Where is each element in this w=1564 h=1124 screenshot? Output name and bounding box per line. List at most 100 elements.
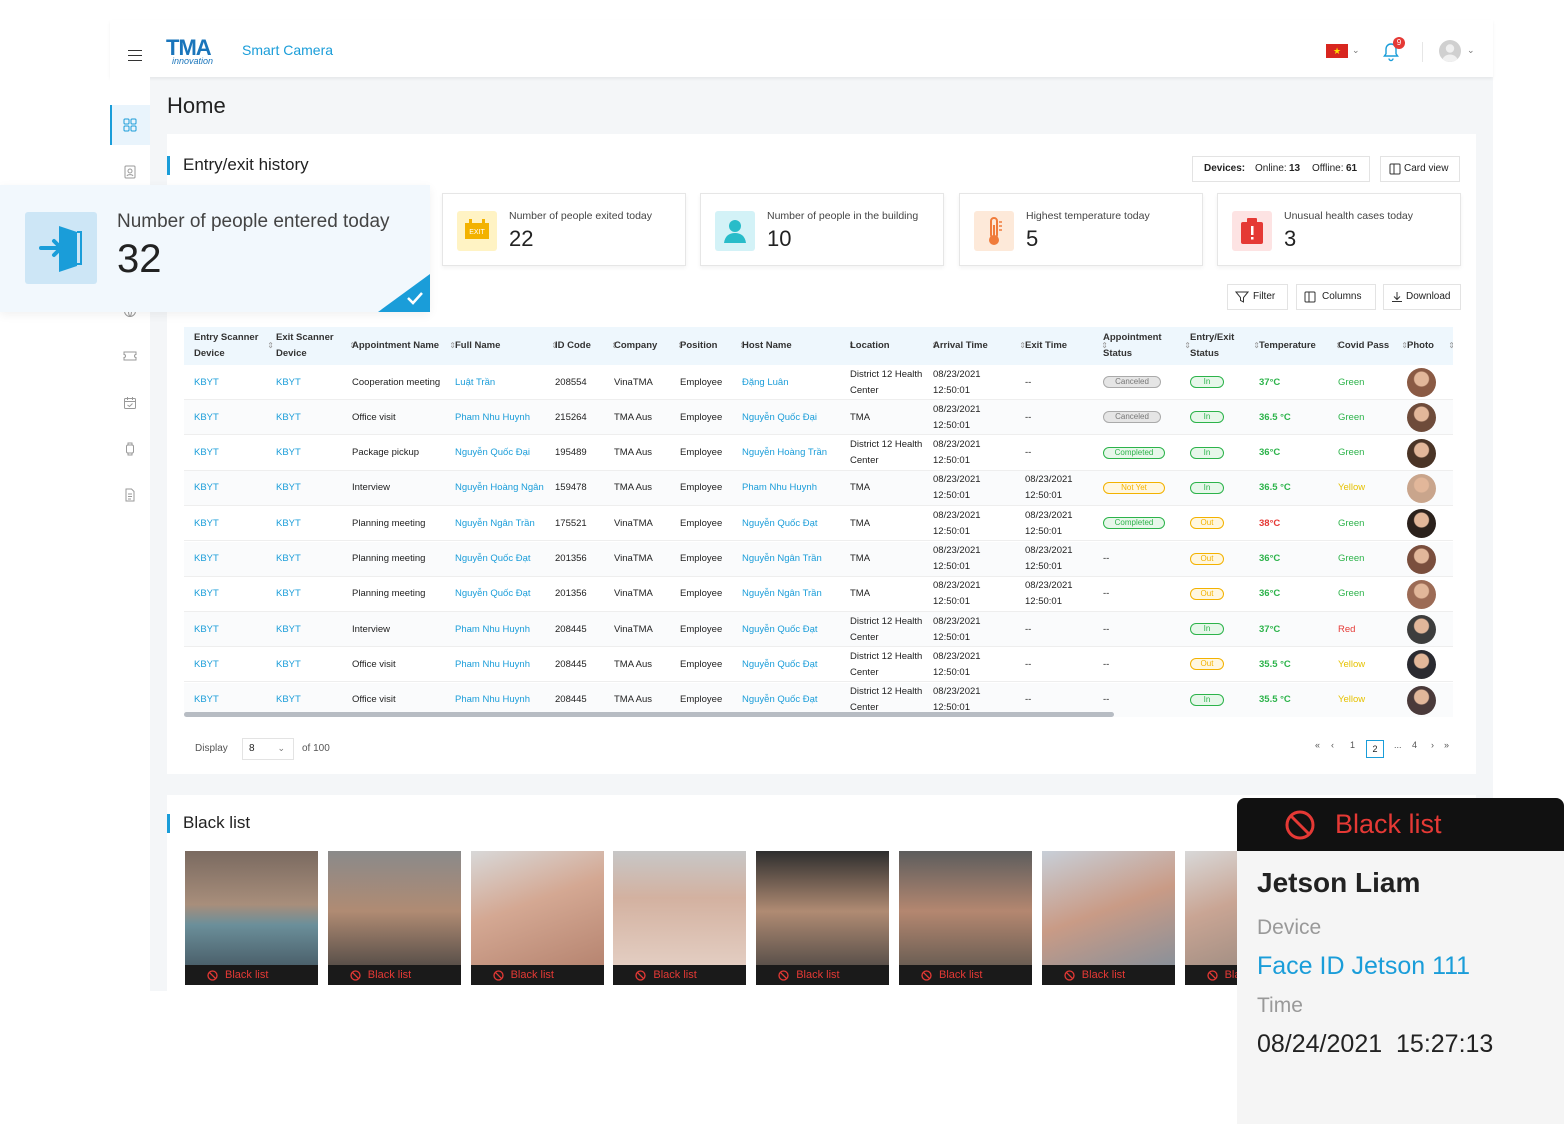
- cell-exit-device[interactable]: KBYT: [276, 612, 344, 647]
- blacklist-face-card[interactable]: Black list: [1184, 851, 1237, 985]
- cell-host-name[interactable]: Pham Nhu Huynh: [742, 471, 843, 506]
- cell-exit-device[interactable]: KBYT: [276, 436, 344, 471]
- page-4[interactable]: 4: [1412, 740, 1417, 750]
- filter-button[interactable]: Filter: [1227, 284, 1288, 310]
- photo-thumbnail[interactable]: [1407, 685, 1436, 715]
- table-row[interactable]: KBYT KBYT Office visit Pham Nhu Huynh 208445…: [184, 647, 1453, 683]
- blacklist-face-card[interactable]: Black list: [470, 851, 604, 985]
- photo-thumbnail[interactable]: [1407, 403, 1436, 433]
- blacklist-face-card[interactable]: Black list: [185, 851, 318, 985]
- menu-icon[interactable]: [128, 50, 142, 61]
- blacklist-face-card[interactable]: Black list: [327, 851, 461, 985]
- cell-full-name[interactable]: Pham Nhu Huynh: [455, 647, 546, 682]
- table-row[interactable]: KBYT KBYT Cooperation meeting Luật Trần 2085…: [184, 365, 1453, 400]
- last-page-icon[interactable]: »: [1444, 740, 1449, 750]
- column-header[interactable]: Position ⇕: [680, 327, 746, 365]
- sidebar-item-calendar[interactable]: [110, 383, 150, 423]
- blacklist-face-card[interactable]: Black list: [1041, 851, 1175, 985]
- photo-thumbnail[interactable]: [1407, 368, 1436, 397]
- table-row[interactable]: KBYT KBYT Planning meeting Nguyễn Ngân Trần…: [184, 506, 1453, 542]
- table-row[interactable]: KBYT KBYT Planning meeting Nguyễn Quốc Đạt 2…: [184, 577, 1453, 612]
- table-row[interactable]: KBYT KBYT Package pickup Nguyễn Quốc Đại 195…: [184, 436, 1453, 471]
- photo-thumbnail[interactable]: [1407, 544, 1436, 574]
- column-header[interactable]: Photo ⇕: [1407, 327, 1453, 365]
- cell-exit-device[interactable]: KBYT: [276, 542, 344, 577]
- blacklist-face-card[interactable]: Black list: [756, 851, 890, 985]
- table-row[interactable]: KBYT KBYT Office visit Pham Nhu Huynh 215264…: [184, 400, 1453, 436]
- photo-thumbnail[interactable]: [1407, 579, 1436, 609]
- user-avatar[interactable]: [1439, 40, 1461, 62]
- cell-full-name[interactable]: Pham Nhu Huynh: [455, 612, 546, 647]
- column-header[interactable]: Temperature ⇕: [1259, 327, 1342, 365]
- column-header[interactable]: Company ⇕: [614, 327, 684, 365]
- cell-entry-device[interactable]: KBYT: [194, 506, 262, 541]
- columns-button[interactable]: Columns: [1296, 284, 1376, 310]
- cell-full-name[interactable]: Nguyễn Ngân Trần: [455, 506, 546, 541]
- photo-thumbnail[interactable]: [1407, 509, 1436, 539]
- cell-full-name[interactable]: Nguyễn Quốc Đạt: [455, 542, 546, 577]
- column-header[interactable]: Location ⇕: [850, 327, 938, 365]
- sort-icon[interactable]: ⇕: [1448, 338, 1453, 354]
- sidebar-item-dashboard[interactable]: [110, 105, 150, 145]
- page-1[interactable]: 1: [1350, 740, 1355, 750]
- cell-host-name[interactable]: Nguyễn Quốc Đạt: [742, 612, 843, 647]
- column-header[interactable]: ID Code ⇕: [555, 327, 618, 365]
- page-size-select[interactable]: 8 ⌄: [242, 738, 294, 760]
- photo-thumbnail[interactable]: [1407, 438, 1436, 468]
- photo-thumbnail[interactable]: [1407, 650, 1436, 680]
- cell-host-name[interactable]: Nguyễn Quốc Đại: [742, 400, 843, 435]
- cell-full-name[interactable]: Pham Nhu Huynh: [455, 400, 546, 435]
- prev-page-icon[interactable]: ‹: [1331, 740, 1334, 750]
- chevron-down-icon[interactable]: ⌄: [1352, 45, 1360, 56]
- next-page-icon[interactable]: ›: [1431, 740, 1434, 750]
- sidebar-item-reports[interactable]: [110, 475, 150, 515]
- column-header[interactable]: Appointment Name ⇕: [352, 327, 456, 365]
- first-page-icon[interactable]: «: [1315, 740, 1320, 750]
- table-row[interactable]: KBYT KBYT Interview Nguyễn Hoàng Ngân 159478…: [184, 470, 1453, 506]
- cell-full-name[interactable]: Nguyễn Quốc Đại: [455, 436, 546, 471]
- photo-thumbnail[interactable]: [1407, 615, 1436, 645]
- photo-thumbnail[interactable]: [1407, 473, 1436, 503]
- column-header[interactable]: Entry/Exit Status ⇕: [1190, 327, 1260, 365]
- cell-entry-device[interactable]: KBYT: [194, 542, 262, 577]
- download-button[interactable]: Download: [1383, 284, 1461, 310]
- column-header[interactable]: Exit Time ⇕: [1025, 327, 1108, 365]
- cell-entry-device[interactable]: KBYT: [194, 647, 262, 682]
- sidebar-item-watch[interactable]: [110, 429, 150, 469]
- cell-full-name[interactable]: Luật Trần: [455, 365, 546, 400]
- cell-host-name[interactable]: Nguyễn Quốc Đạt: [742, 647, 843, 682]
- cell-full-name[interactable]: Nguyễn Quốc Đạt: [455, 577, 546, 612]
- blacklist-face-card[interactable]: Black list: [899, 851, 1032, 985]
- column-header[interactable]: Appointment Status ⇕: [1103, 327, 1191, 365]
- vietnam-flag-icon[interactable]: [1326, 44, 1348, 58]
- cell-host-name[interactable]: Nguyễn Ngân Trần: [742, 577, 843, 612]
- horizontal-scrollbar[interactable]: [184, 712, 1114, 717]
- cell-host-name[interactable]: Nguyễn Ngân Trần: [742, 542, 843, 577]
- chevron-down-icon[interactable]: ⌄: [1467, 45, 1475, 56]
- cell-entry-device[interactable]: KBYT: [194, 577, 262, 612]
- cell-exit-device[interactable]: KBYT: [276, 471, 344, 506]
- page-current[interactable]: 2: [1366, 740, 1384, 758]
- cell-entry-device[interactable]: KBYT: [194, 365, 262, 400]
- sort-icon[interactable]: ⇕: [267, 338, 274, 354]
- cell-exit-device[interactable]: KBYT: [276, 577, 344, 612]
- cell-host-name[interactable]: Đặng Luân: [742, 365, 843, 400]
- card-view-button[interactable]: Card view: [1380, 156, 1460, 182]
- cell-full-name[interactable]: Nguyễn Hoàng Ngân: [455, 471, 546, 506]
- cell-entry-device[interactable]: KBYT: [194, 612, 262, 647]
- column-header[interactable]: Entry Scanner Device ⇕: [194, 327, 274, 365]
- table-row[interactable]: KBYT KBYT Planning meeting Nguyễn Quốc Đạt 2…: [184, 541, 1453, 577]
- column-header[interactable]: Exit Scanner Device ⇕: [276, 327, 356, 365]
- sidebar-item-tickets[interactable]: [110, 336, 150, 376]
- logo[interactable]: TMA innovation: [166, 37, 232, 67]
- cell-exit-device[interactable]: KBYT: [276, 400, 344, 435]
- cell-host-name[interactable]: Nguyễn Hoàng Trần: [742, 436, 843, 471]
- column-header[interactable]: Host Name ⇕: [742, 327, 855, 365]
- column-header[interactable]: Covid Pass ⇕: [1338, 327, 1408, 365]
- cell-host-name[interactable]: Nguyễn Quốc Đạt: [742, 506, 843, 541]
- cell-exit-device[interactable]: KBYT: [276, 647, 344, 682]
- cell-entry-device[interactable]: KBYT: [194, 471, 262, 506]
- column-header[interactable]: Arrival Time ⇕: [933, 327, 1026, 365]
- table-row[interactable]: KBYT KBYT Interview Pham Nhu Huynh 208445 Vin…: [184, 612, 1453, 648]
- cell-exit-device[interactable]: KBYT: [276, 365, 344, 400]
